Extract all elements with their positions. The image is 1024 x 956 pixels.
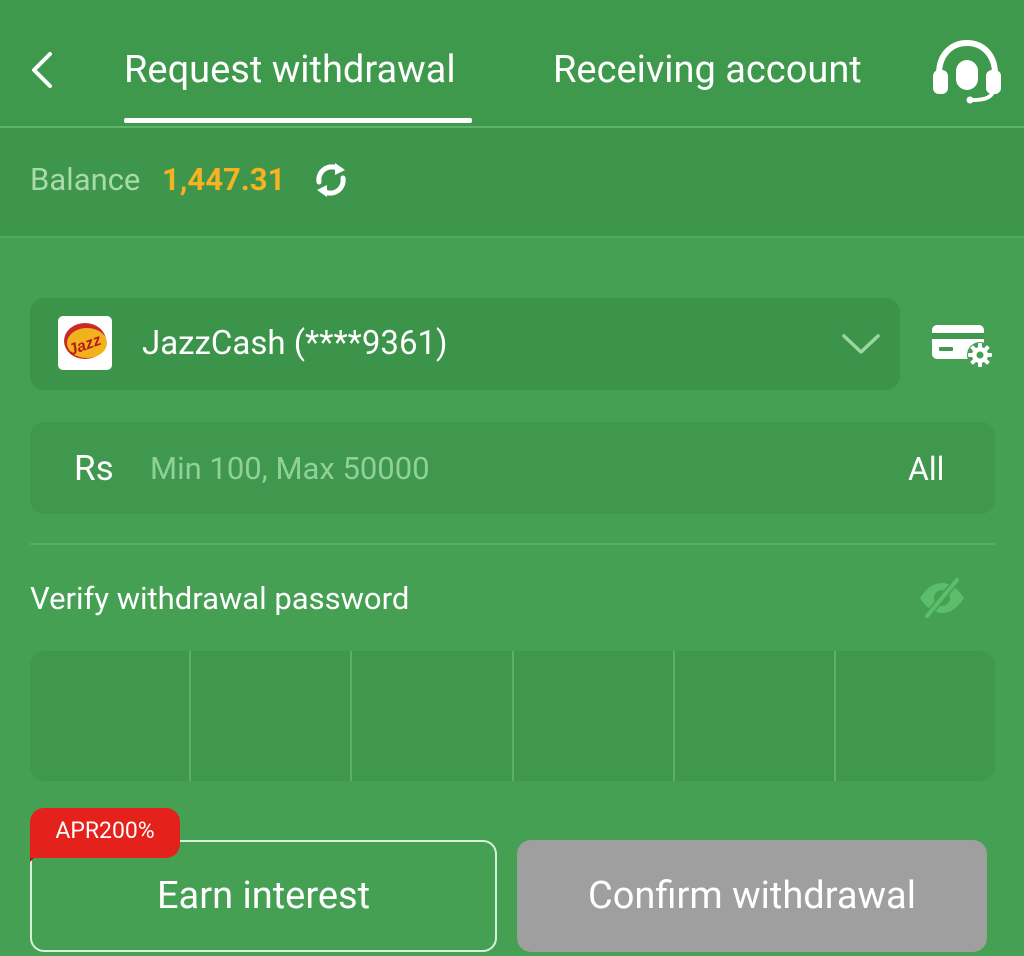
- customer-support-button[interactable]: [930, 38, 1004, 104]
- divider: [30, 543, 995, 545]
- eye-off-icon: [920, 577, 964, 619]
- pin-digit-6[interactable]: [836, 651, 995, 781]
- chevron-left-icon: [32, 52, 52, 88]
- password-pin-input: [30, 651, 995, 781]
- apr-badge: APR200%: [30, 808, 180, 858]
- currency-symbol: Rs: [74, 448, 114, 489]
- receiving-account-select[interactable]: Jazz JazzCash (****9361): [30, 298, 900, 390]
- tab-receiving-account[interactable]: Receiving account: [553, 40, 862, 100]
- active-tab-indicator: [124, 118, 472, 123]
- manage-cards-button[interactable]: [930, 320, 996, 370]
- amount-input[interactable]: [150, 442, 850, 494]
- pin-digit-1[interactable]: [30, 651, 192, 781]
- pin-digit-4[interactable]: [514, 651, 675, 781]
- tab-request-withdrawal[interactable]: Request withdrawal: [124, 40, 456, 100]
- refresh-icon: [316, 163, 346, 197]
- headset-icon: [933, 39, 1001, 104]
- card-settings-icon: [932, 325, 993, 368]
- pin-digit-2[interactable]: [191, 651, 353, 781]
- jazzcash-logo: Jazz: [58, 316, 112, 370]
- refresh-balance-button[interactable]: [311, 160, 351, 200]
- back-button[interactable]: [18, 40, 64, 100]
- balance-amount: 1,447.31: [162, 161, 286, 198]
- pin-digit-5[interactable]: [675, 651, 836, 781]
- verify-password-label: Verify withdrawal password: [30, 580, 410, 617]
- confirm-withdrawal-button[interactable]: Confirm withdrawal: [517, 840, 987, 952]
- account-label: JazzCash (****9361): [142, 324, 448, 363]
- balance-bar: [0, 128, 1024, 238]
- toggle-password-visibility[interactable]: [917, 577, 967, 619]
- withdraw-all-button[interactable]: All: [908, 444, 944, 494]
- amount-field: Rs All: [30, 422, 995, 514]
- balance-label: Balance: [30, 161, 141, 198]
- chevron-down-icon: [842, 334, 880, 354]
- pin-digit-3[interactable]: [352, 651, 514, 781]
